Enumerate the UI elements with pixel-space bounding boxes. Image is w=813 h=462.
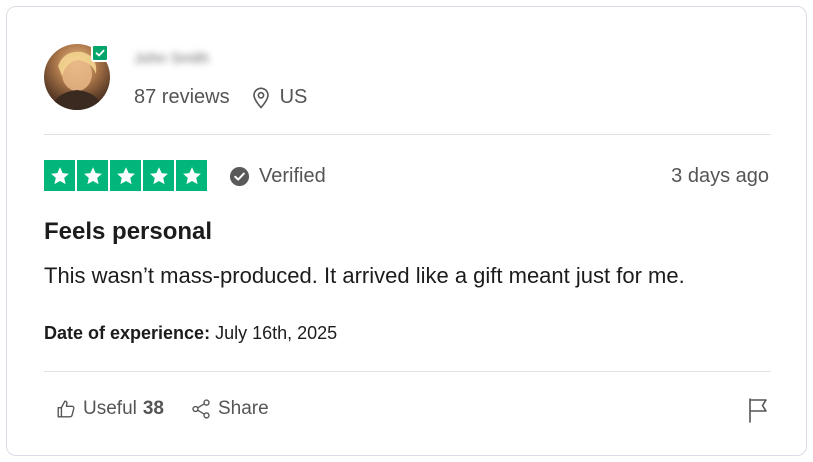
share-button[interactable]: Share: [190, 398, 269, 420]
location-pin-icon: [252, 87, 269, 109]
thumbs-up-icon: [57, 400, 75, 418]
share-icon: [192, 399, 210, 419]
verified-label: Verified: [259, 165, 326, 187]
star-icon: [77, 160, 108, 191]
location-label: US: [279, 86, 308, 108]
report-flag-button[interactable]: [747, 397, 769, 428]
date-of-experience: Date of experience: July 16th, 2025: [44, 323, 337, 344]
check-circle-icon: [229, 166, 250, 187]
reviewer-avatar[interactable]: [44, 44, 110, 110]
review-card: John Smith 87 reviews US Verified 3 days…: [6, 6, 807, 456]
review-actions: Useful 38 Share: [55, 398, 269, 420]
reviewer-header: John Smith 87 reviews US: [44, 44, 771, 116]
reviewer-name[interactable]: John Smith: [134, 50, 244, 67]
review-title[interactable]: Feels personal: [44, 218, 212, 246]
star-icon: [44, 160, 75, 191]
divider-bottom: [44, 371, 771, 372]
star-icon: [110, 160, 141, 191]
share-label: Share: [218, 398, 269, 419]
useful-count: 38: [142, 398, 164, 419]
verified-badge-icon: [91, 44, 109, 62]
experience-date: July 16th, 2025: [215, 323, 338, 343]
review-body: This wasn’t mass-produced. It arrived li…: [44, 263, 685, 288]
reviews-count: 87 reviews: [134, 86, 230, 108]
verified-status[interactable]: Verified: [229, 165, 326, 188]
star-icon: [176, 160, 207, 191]
review-time: 3 days ago: [671, 165, 769, 187]
useful-button[interactable]: Useful 38: [55, 398, 164, 420]
divider-top: [44, 134, 771, 135]
experience-label: Date of experience:: [44, 323, 211, 343]
flag-icon: [749, 398, 767, 423]
star-icon: [143, 160, 174, 191]
star-rating: [44, 160, 207, 191]
useful-label: Useful: [83, 398, 137, 419]
reviewer-location: US: [252, 86, 308, 109]
reviewer-meta: 87 reviews US: [134, 86, 307, 109]
